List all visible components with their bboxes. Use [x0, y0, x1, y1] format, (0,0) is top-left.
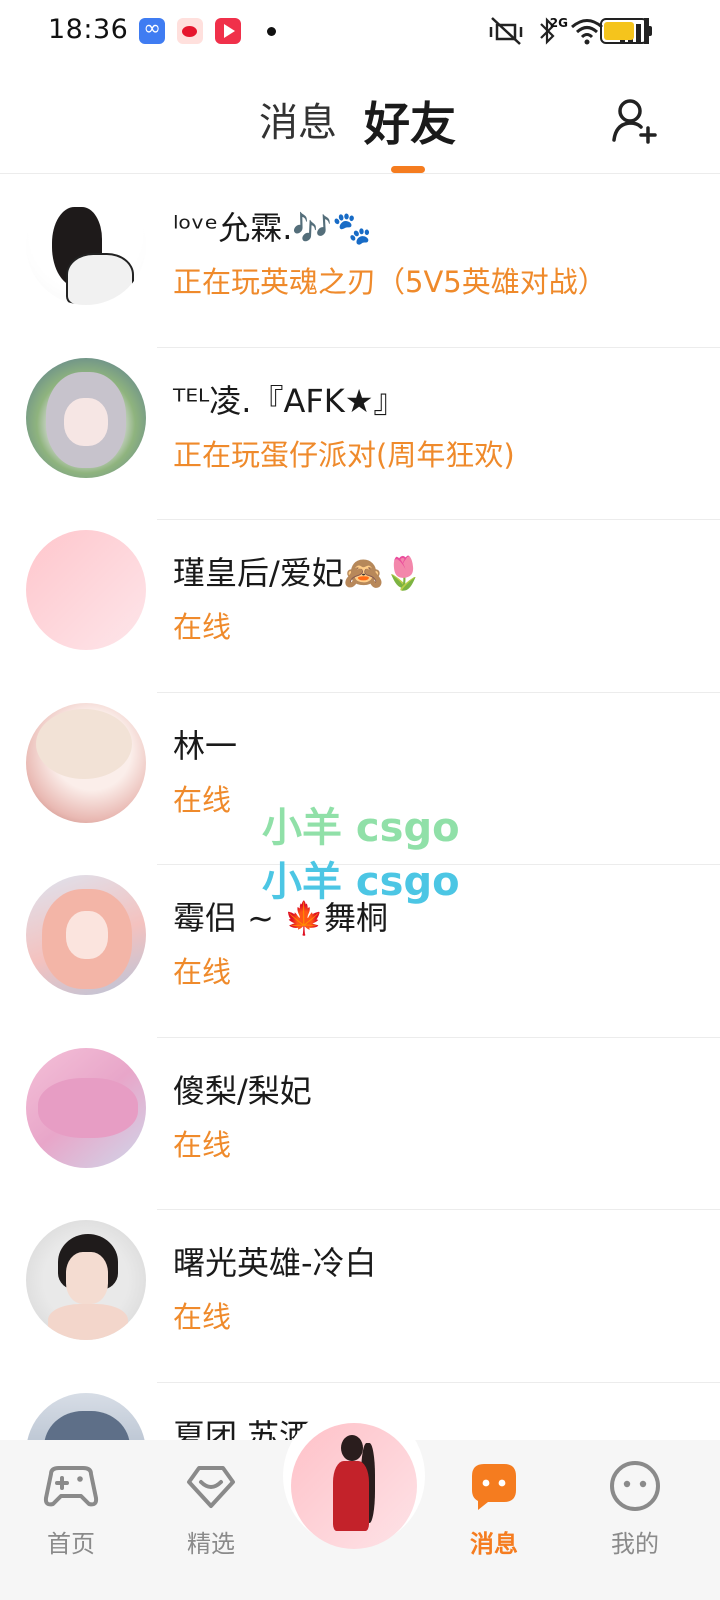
battery-icon — [600, 18, 648, 44]
friend-status: 正在玩英魂之刃（5V5英雄对战） — [173, 265, 607, 299]
friend-name: 林一 — [173, 726, 238, 765]
friend-row[interactable]: 曙光英雄-冷白 在线 — [0, 1210, 720, 1383]
battery-fill — [604, 22, 634, 40]
friend-status: 在线 — [173, 782, 232, 817]
avatar[interactable] — [26, 530, 146, 650]
face-icon — [607, 1458, 663, 1514]
friend-status: 在线 — [173, 955, 232, 989]
nav-me-label: 我的 — [611, 1530, 659, 1558]
infinity-app-icon — [139, 16, 165, 44]
avatar[interactable] — [26, 875, 146, 995]
notification-dot-icon — [267, 27, 276, 36]
friend-name: ˡᵒᵛᵉ允霖.🎶🐾 — [173, 209, 373, 247]
center-avatar[interactable] — [291, 1423, 417, 1549]
active-tab-indicator — [391, 166, 425, 173]
tab-messages[interactable]: 消息 — [259, 92, 337, 148]
friend-name: ᵀᴱᴸ凌.『AFK★』 — [173, 381, 406, 420]
add-user-icon[interactable] — [610, 96, 660, 146]
nav-messages-label: 消息 — [470, 1530, 518, 1558]
friend-status: 在线 — [173, 610, 232, 644]
avatar[interactable] — [26, 1392, 146, 1440]
battery-cap — [648, 26, 652, 36]
gamepad-icon — [43, 1458, 99, 1514]
mute-vibrate-icon — [488, 16, 524, 46]
network-type-label: 2G — [549, 16, 568, 30]
status-time: 18:36 — [48, 14, 129, 45]
friend-name: 瑾皇后/爱妃🙈🌷 — [173, 554, 424, 592]
friend-status: 在线 — [173, 1300, 232, 1334]
nav-featured[interactable]: 精选 — [161, 1458, 261, 1559]
friend-row[interactable]: 瑾皇后/爱妃🙈🌷 在线 — [0, 520, 720, 693]
header: 消息 好友 — [0, 66, 720, 174]
avatar[interactable] — [26, 1220, 146, 1340]
friend-status: 正在玩蛋仔派对(周年狂欢) — [173, 437, 515, 472]
watermark-text: 小羊 csgo — [262, 805, 460, 851]
wifi-icon — [570, 17, 604, 45]
friend-name: 曙光英雄-冷白 — [173, 1244, 377, 1282]
nav-messages[interactable]: 消息 — [444, 1458, 544, 1559]
chat-bubble-icon — [466, 1458, 522, 1514]
avatar[interactable] — [26, 1047, 146, 1168]
weibo-icon — [177, 18, 203, 44]
avatar[interactable] — [26, 185, 146, 305]
friend-row[interactable]: 傻梨/梨妃 在线 — [0, 1038, 720, 1210]
friend-row[interactable]: ˡᵒᵛᵉ允霖.🎶🐾 正在玩英魂之刃（5V5英雄对战） — [0, 175, 720, 348]
nav-me[interactable]: 我的 — [585, 1458, 685, 1559]
heart-diamond-icon — [183, 1458, 239, 1514]
video-app-icon — [215, 18, 241, 44]
avatar[interactable] — [26, 357, 146, 478]
status-bar: 18:36 ∞ 2G — [0, 0, 720, 66]
friend-name: 傻梨/梨妃 — [173, 1071, 312, 1110]
watermark-text: 小羊 csgo — [262, 859, 460, 905]
nav-home-label: 首页 — [47, 1530, 95, 1558]
tab-friends[interactable]: 好友 — [364, 88, 456, 154]
nav-home[interactable]: 首页 — [21, 1458, 121, 1559]
friend-row[interactable]: ᵀᴱᴸ凌.『AFK★』 正在玩蛋仔派对(周年狂欢) — [0, 348, 720, 520]
nav-featured-label: 精选 — [187, 1530, 235, 1558]
friend-status: 在线 — [173, 1127, 232, 1162]
avatar[interactable] — [26, 702, 146, 823]
